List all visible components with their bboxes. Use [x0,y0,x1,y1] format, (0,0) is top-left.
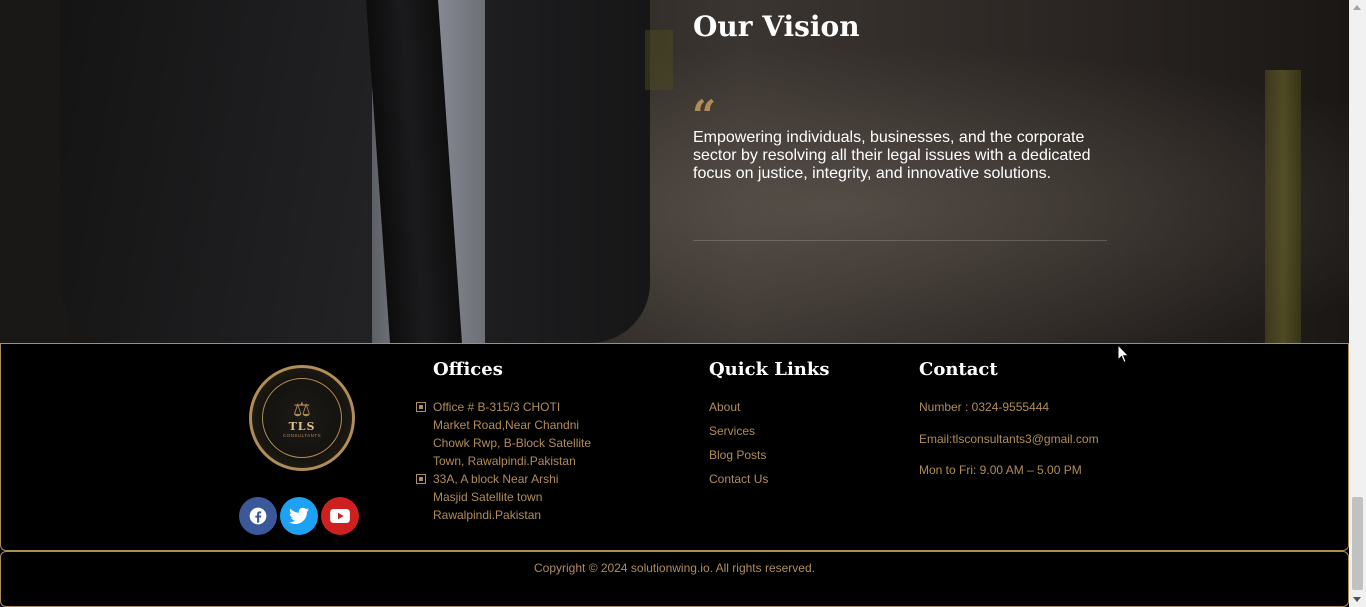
scales-of-justice-icon: ⚖ [293,397,311,421]
scroll-down-arrow-icon[interactable] [1353,597,1361,602]
logo-subtitle: CONSULTANTS [282,433,322,438]
contact-hours: Mon to Fri: 9.00 AM – 5.00 PM [919,463,1082,477]
footer [0,343,1349,551]
building-icon [416,402,426,412]
contact-email: Email:tlsconsultants3@gmail.com [919,432,1099,446]
twitter-button[interactable] [280,497,318,535]
background-photo-lapel [485,0,650,343]
building-icon [416,474,426,484]
vision-text: Empowering individuals, businesses, and … [693,129,1091,182]
facebook-button[interactable] [239,497,277,535]
quick-link-contact-us[interactable]: Contact Us [709,472,768,486]
office-address-2: 33A, A block Near Arshi Masjid Satellite… [433,472,559,522]
vision-title: Our Vision [693,10,860,43]
vision-section [0,0,1349,343]
quick-link-services[interactable]: Services [709,424,755,438]
background-photo-post [645,30,673,90]
quick-link-about[interactable]: About [709,400,740,414]
quick-link-blog-posts[interactable]: Blog Posts [709,448,766,462]
offices-title: Offices [433,359,503,380]
page-scrollbar[interactable] [1349,0,1366,607]
background-photo-suit [60,0,380,343]
scrollbar-thumb[interactable] [1352,497,1363,590]
facebook-icon [249,507,267,525]
vision-divider [693,240,1107,241]
youtube-button[interactable] [321,497,359,535]
copyright-text: Copyright © 2024 solutionwing.io. All ri… [534,561,815,575]
tls-logo[interactable]: ⚖ TLS CONSULTANTS [249,365,355,471]
youtube-icon [330,509,350,523]
copyright-bar [0,551,1349,607]
office-address-1: Office # B-315/3 CHOTI Market Road,Near … [433,400,592,468]
mouse-cursor-icon [1117,344,1130,364]
quick-links-title: Quick Links [709,359,830,380]
contact-title: Contact [919,359,998,380]
twitter-icon [289,507,309,524]
scroll-up-arrow-icon[interactable] [1353,5,1361,10]
background-photo-pillar [1265,70,1301,343]
logo-name: TLS [288,420,316,433]
logo-seal: ⚖ TLS CONSULTANTS [262,378,342,458]
contact-number: Number : 0324-9555444 [919,400,1050,414]
